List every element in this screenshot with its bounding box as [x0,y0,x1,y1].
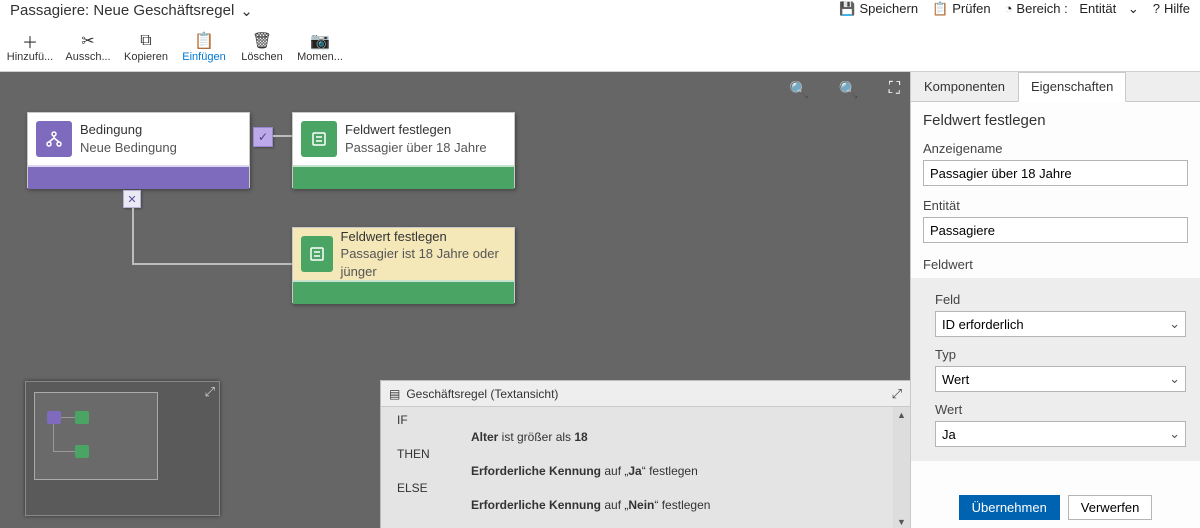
if-keyword: IF [397,413,471,427]
then-keyword: THEN [397,447,471,461]
save-button[interactable]: 💾Speichern [839,1,918,17]
zoom-out-icon[interactable]: 🔍 [789,80,809,100]
action-node-false[interactable]: Feldwert festlegenPassagier ist 18 Jahre… [292,227,515,303]
connector [132,263,292,265]
fieldvalue-section: Feldwert [923,257,1188,272]
help-button[interactable]: ?Hilfe [1153,1,1190,16]
value-label: Wert [935,402,1186,417]
else-keyword: ELSE [397,481,471,495]
node-title: Feldwert festlegen [345,121,487,139]
field-label: Feld [935,292,1186,307]
node-subtitle: Passagier über 18 Jahre [345,139,487,157]
expand-icon[interactable]: ⤢ [205,384,215,400]
node-subtitle: Passagier ist 18 Jahre oder jünger [341,245,514,280]
validate-button[interactable]: 📋Prüfen [932,1,991,17]
textview-title: Geschäftsregel (Textansicht) [406,387,558,401]
paste-icon: 📋 [194,31,214,51]
node-subtitle: Neue Bedingung [80,139,177,157]
panel-title: Feldwert festlegen [923,112,1188,129]
camera-icon: 📷 [310,31,330,51]
setvalue-icon [301,236,333,272]
plus-icon: ＋ [22,31,38,51]
false-branch-icon[interactable]: ✕ [123,190,141,208]
command-bar: ＋Hinzufü... ✂Aussch... ⧉Kopieren 📋Einfüg… [0,22,1200,72]
scrollbar[interactable]: ▲ ▼ [893,407,910,528]
else-expression: Erforderliche Kennung auf „Nein“ festleg… [471,498,906,512]
copy-icon: ⧉ [140,31,151,51]
trash-icon: 🗑 [252,31,272,51]
textview-icon: ▤ [389,387,400,401]
setvalue-icon [301,121,337,157]
header-bar: Passagiere: Neue Geschäftsregel ⌄ 💾Speic… [0,0,1200,22]
discard-button[interactable]: Verwerfen [1068,495,1153,520]
entity-input[interactable] [923,217,1188,243]
delete-button[interactable]: 🗑Löschen [242,31,282,63]
scroll-up-icon[interactable]: ▲ [896,409,907,420]
true-branch-icon[interactable]: ✓ [253,127,273,147]
fit-screen-icon[interactable]: ⛶ [889,80,900,100]
minimap[interactable]: ⤢ [25,381,220,516]
value-select[interactable] [935,421,1186,447]
help-icon: ? [1153,1,1160,16]
connector [273,135,292,137]
page-title-text: Passagiere: Neue Geschäftsregel [10,2,234,19]
properties-panel: Komponenten Eigenschaften Feldwert festl… [910,72,1200,528]
paste-button[interactable]: 📋Einfügen [184,31,224,63]
tab-properties[interactable]: Eigenschaften [1018,72,1126,102]
designer-canvas[interactable]: 🔍 🔍 ⛶ BedingungNeue Bedingung ✓ ✕ Feld [0,72,910,528]
expand-icon[interactable]: ⤢ [892,386,902,402]
copy-button[interactable]: ⧉Kopieren [126,31,166,63]
field-select[interactable] [935,311,1186,337]
then-expression: Erforderliche Kennung auf „Ja“ festlegen [471,464,906,478]
apply-button[interactable]: Übernehmen [959,495,1060,520]
scroll-down-icon[interactable]: ▼ [896,516,907,527]
chevron-down-icon: ⌄ [1128,1,1139,17]
scope-icon: ◔ [1005,1,1013,16]
scissors-icon: ✂ [81,31,94,51]
snapshot-button[interactable]: 📷Momen... [300,31,340,63]
cut-button[interactable]: ✂Aussch... [68,31,108,63]
node-title: Feldwert festlegen [341,228,514,246]
if-expression: Alter ist größer als 18 [471,430,906,444]
scope-selector[interactable]: ◔Bereich : Entität ⌄ [1005,1,1139,17]
save-icon: 💾 [839,1,855,17]
node-title: Bedingung [80,121,177,139]
zoom-in-icon[interactable]: 🔍 [839,80,859,100]
entity-label: Entität [923,198,1188,213]
display-name-input[interactable] [923,160,1188,186]
tab-components[interactable]: Komponenten [911,72,1018,101]
clipboard-icon: 📋 [932,1,948,17]
text-view-panel: ▤ Geschäftsregel (Textansicht) ⤢ IF Alte… [380,380,910,528]
add-button[interactable]: ＋Hinzufü... [10,31,50,63]
condition-node[interactable]: BedingungNeue Bedingung [27,112,250,188]
action-node-true[interactable]: Feldwert festlegenPassagier über 18 Jahr… [292,112,515,188]
display-name-label: Anzeigename [923,141,1188,156]
condition-icon [36,121,72,157]
page-title[interactable]: Passagiere: Neue Geschäftsregel ⌄ [10,2,253,20]
type-label: Typ [935,347,1186,362]
connector [132,208,134,263]
type-select[interactable] [935,366,1186,392]
chevron-down-icon: ⌄ [240,2,253,20]
